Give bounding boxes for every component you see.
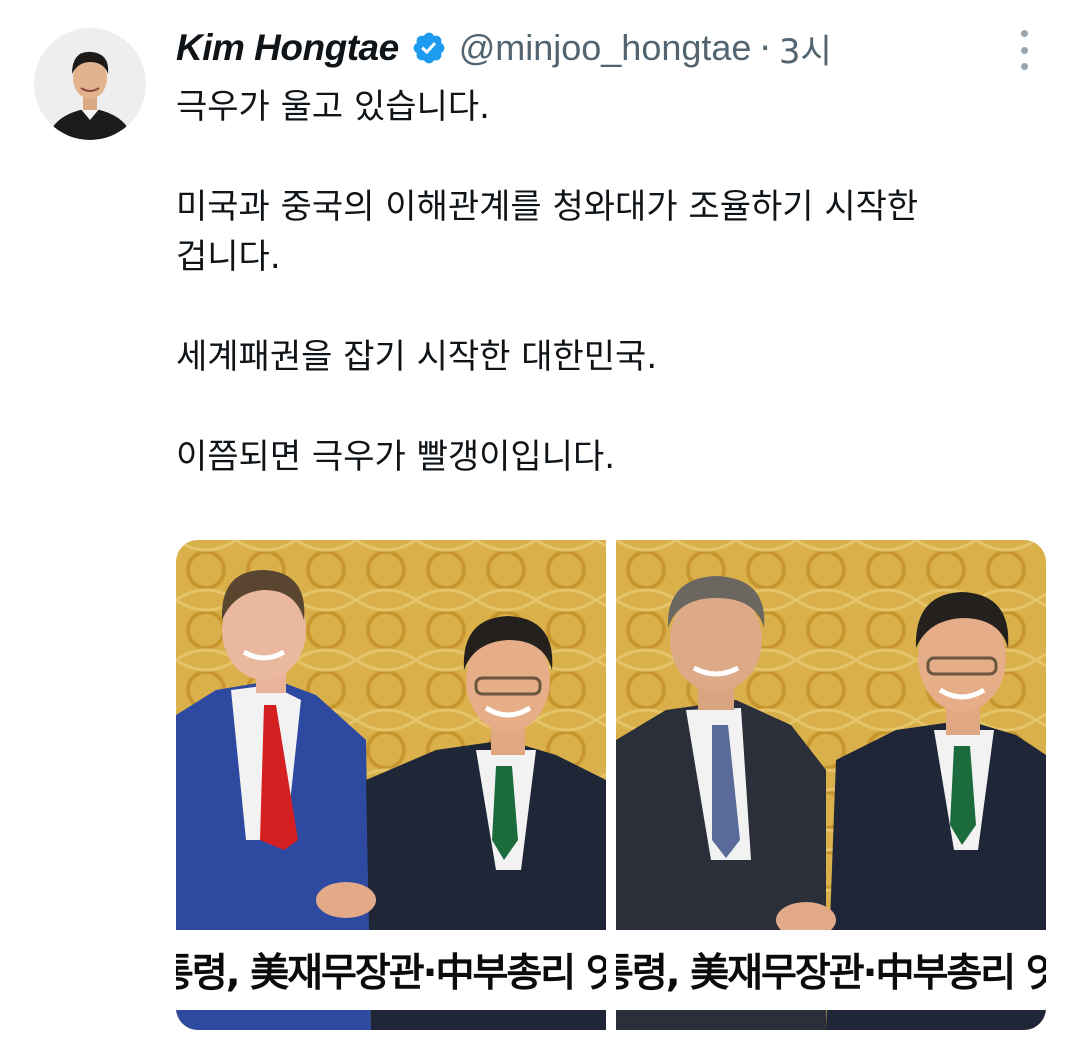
more-vertical-icon[interactable] (1012, 30, 1036, 70)
avatar-image (34, 28, 146, 140)
author-avatar[interactable] (34, 28, 146, 140)
news-caption-band: 통령, 美재무장관·中부총리 잇따라 (176, 930, 606, 1010)
tweet-photo-1[interactable]: 통령, 美재무장관·中부총리 잇따라 (176, 540, 606, 1030)
tweet-media-grid: 통령, 美재무장관·中부총리 잇따라 통령, 美 (176, 540, 1046, 1030)
news-caption: 통령, 美재무장관·中부총리 잇따라 (176, 951, 606, 996)
author-handle[interactable]: @minjoo_hongtae (459, 27, 752, 69)
tweet-timestamp[interactable]: 3시 (779, 24, 832, 73)
news-caption: 통령, 美재무장관·中부총리 잇따라 (616, 951, 1046, 996)
author-name[interactable]: Kim Hongtae (176, 27, 399, 69)
tweet-text-line: 극우가 울고 있습니다. (176, 87, 490, 127)
news-caption-band: 통령, 美재무장관·中부총리 잇따라 (616, 930, 1046, 1010)
verified-badge-icon (413, 32, 445, 64)
tweet-body: 극우가 울고 있습니다. 미국과 중국의 이해관계를 청와대가 조율하기 시작한… (176, 82, 1036, 482)
tweet-text-line: 이쯤되면 극우가 빨갱이입니다. (176, 437, 616, 477)
tweet-header: Kim Hongtae @minjoo_hongtae · 3시 (176, 24, 832, 72)
tweet-photo-2[interactable]: 통령, 美재무장관·中부총리 잇따라 (616, 540, 1046, 1030)
tweet-text-line: 세계패권을 잡기 시작한 대한민국. (176, 337, 658, 377)
tweet-text-line: 겁니다. (176, 237, 281, 277)
header-separator: · (759, 27, 771, 69)
tweet-text-line: 미국과 중국의 이해관계를 청와대가 조율하기 시작한 (176, 187, 919, 227)
